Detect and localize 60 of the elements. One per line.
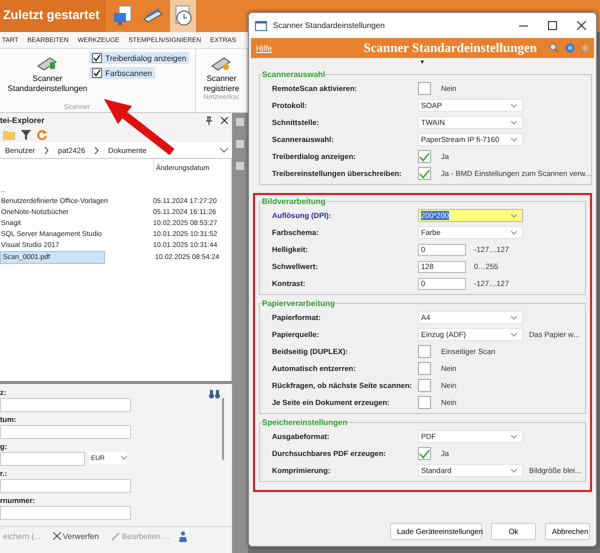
input-field[interactable] [0,425,131,439]
checkbox[interactable] [418,396,431,409]
close-icon[interactable] [577,21,586,30]
folder-icon[interactable] [3,130,15,140]
checkbox[interactable] [418,167,431,180]
group-title: Papierverarbeitung [262,299,335,308]
window-title: Scanner Standardeinstellungen [273,21,386,30]
chevron-icon [511,230,517,234]
checkbox[interactable] [418,82,431,95]
chevron-icon [511,138,517,142]
input-field[interactable] [0,452,85,466]
group-title: Speichereinstellungen [262,418,348,427]
window-icon [255,20,267,30]
checkbox[interactable] [418,150,431,163]
chevron-icon [511,214,517,218]
chevron-icon [94,146,100,154]
panel-title: tei-Explorer [0,116,46,125]
refresh-icon[interactable] [37,130,47,140]
input-field[interactable] [0,479,131,493]
users-icon[interactable] [178,530,188,542]
filter-icon[interactable] [21,130,31,140]
chevron-icon [511,120,517,124]
pointer-arrow [104,99,174,156]
checkbox[interactable] [418,345,431,358]
input-field[interactable] [0,506,131,520]
clock-icon[interactable] [170,0,196,32]
binoculars-icon[interactable] [209,390,220,399]
scanner-settings-button[interactable]: Scanner Standardeinstellungen [6,49,90,104]
input-field[interactable] [0,398,131,412]
checkbox[interactable] [418,362,431,375]
group-title: Scannerauswahl [262,70,326,79]
tool-icon[interactable] [235,161,245,171]
dialog-heading: Scanner Standardeinstellungen [364,40,537,56]
chevron-icon [511,316,517,320]
tool-icon[interactable] [235,117,245,127]
maximize-icon[interactable] [548,21,557,30]
register-scanner-button[interactable]: Scanner registriere [202,49,242,94]
globe-icon[interactable] [565,43,575,53]
close-icon[interactable] [221,117,228,124]
dropdown-icon[interactable] [220,148,228,152]
close-icon [52,532,61,540]
search-icon[interactable] [549,43,559,53]
toolbar-button[interactable]: Verwerfen [50,530,102,542]
chevron-icon [44,146,50,154]
chevron-icon [511,434,517,438]
option-checkbox[interactable]: Treiberdialog anzeigen [89,52,190,64]
pencil-icon [110,532,120,540]
dot-icon[interactable] [581,44,589,52]
chevron-icon [511,104,517,108]
chevron-icon [121,456,127,460]
chevron-icon [511,468,517,472]
checkbox[interactable] [418,447,431,460]
tool-icon[interactable] [235,139,245,149]
pin-icon[interactable] [205,116,213,125]
scrollbar[interactable] [222,398,224,460]
chevron-icon [511,332,517,336]
option-checkbox[interactable]: Farbscannen [89,67,155,79]
app-title: Zuletzt gestartet [0,0,106,32]
checkbox[interactable] [418,379,431,392]
group-title: Bildverarbeitung [262,197,326,206]
